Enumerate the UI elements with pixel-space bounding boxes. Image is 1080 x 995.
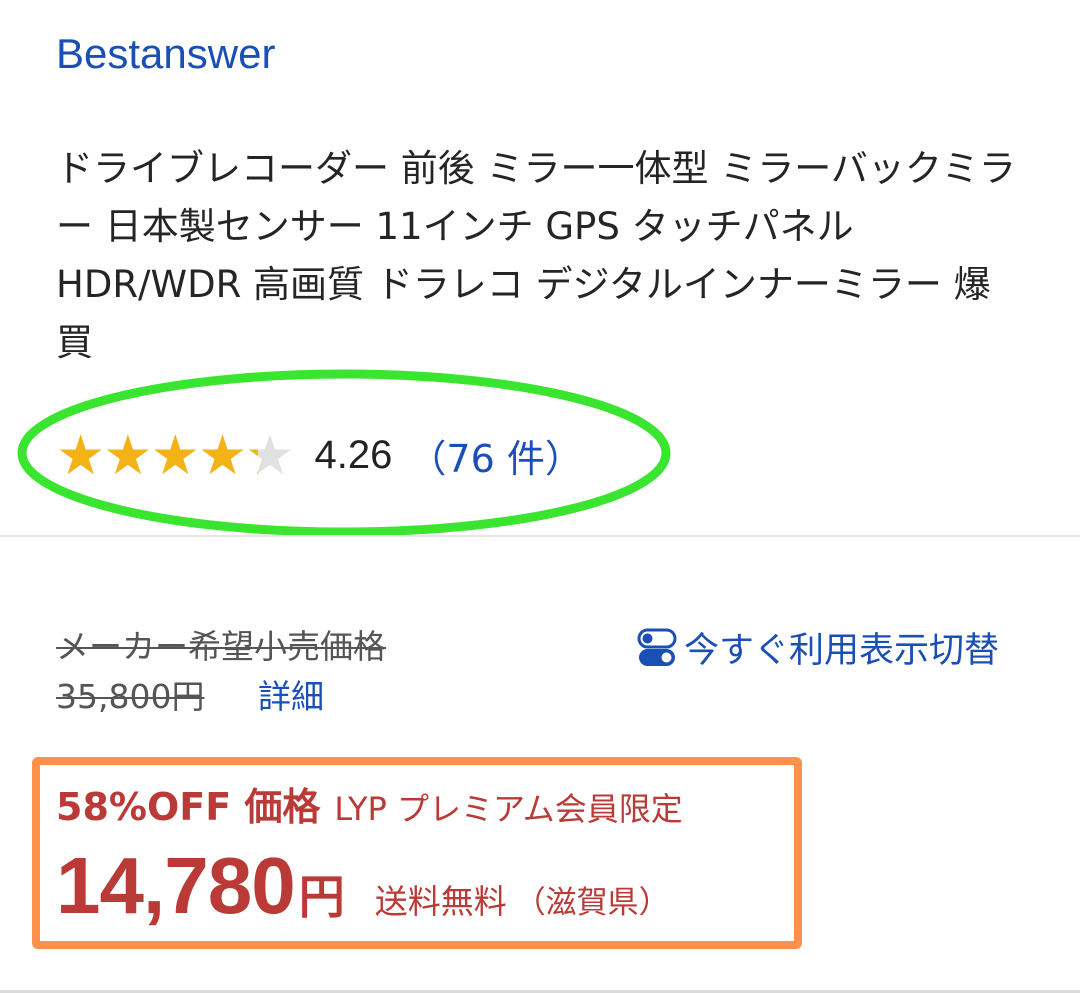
sale-price: 14,780 xyxy=(56,841,296,930)
store-name-link[interactable]: Bestanswer xyxy=(56,30,275,78)
toggle-icon xyxy=(637,628,677,666)
discount-row: 58%OFF 価格 LYP プレミアム会員限定 xyxy=(56,776,683,831)
section-divider xyxy=(0,535,1080,537)
details-link[interactable]: 詳細 xyxy=(258,670,324,718)
rating-row: ★★★★★ ★★★★★ 4.26 （76 件） xyxy=(56,420,583,490)
discount-label: 58%OFF 価格 xyxy=(56,785,321,829)
review-count-link[interactable]: （76 件） xyxy=(408,428,582,483)
currency-label: 円 xyxy=(298,870,345,924)
member-label: LYP プレミアム会員限定 xyxy=(334,790,683,828)
star-icon-filled: ★★★★★ xyxy=(56,425,258,485)
list-price-value: 35,800円 xyxy=(56,677,205,716)
shipping-label: 送料無料 xyxy=(374,882,507,921)
list-price-label: メーカー希望小売価格 xyxy=(56,627,386,666)
rating-value: 4.26 xyxy=(314,432,393,477)
toggle-display-label: 今すぐ利用表示切替 xyxy=(684,631,1000,671)
price-row: 14,780 円 送料無料 （滋賀県） xyxy=(56,840,670,932)
star-rating: ★★★★★ ★★★★★ xyxy=(56,425,295,485)
bottom-divider xyxy=(0,990,1080,993)
toggle-display-button[interactable]: 今すぐ利用表示切替 xyxy=(636,622,999,673)
product-title: ドライブレコーダー 前後 ミラー一体型 ミラーバックミラー 日本製センサー 11… xyxy=(56,147,1016,364)
shipping-region: （滋賀県） xyxy=(514,885,670,921)
